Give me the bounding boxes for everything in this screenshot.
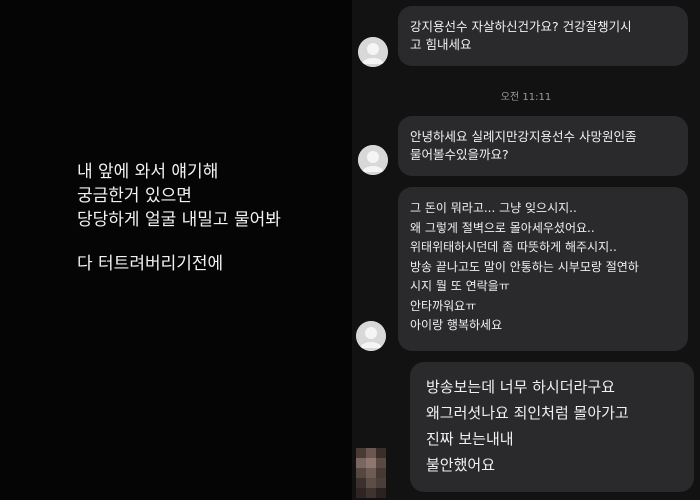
caption-line: 다 터트려버리기전에 xyxy=(77,254,224,274)
default-avatar-icon[interactable] xyxy=(356,321,386,351)
message-line: 강지용선수 자살하신건가요? 건강잘챙기시 xyxy=(410,19,632,34)
default-avatar-icon[interactable] xyxy=(358,145,388,175)
caption-line: 당당하게 얼굴 내밀고 물어봐 xyxy=(77,210,281,230)
caption-text: 내 앞에 와서 얘기해 궁금한거 있으면 당당하게 얼굴 내밀고 물어봐 다 터… xyxy=(77,160,281,276)
message-line: 물어볼수있을까요? xyxy=(410,147,509,162)
message-line: 고 힘내세요 xyxy=(410,37,472,52)
message-bubble[interactable]: 강지용선수 자살하신건가요? 건강잘챙기시 고 힘내세요 xyxy=(398,6,688,66)
message-line: 왜 그렇게 절벽으로 몰아세우셨어요.. xyxy=(410,220,595,235)
chat-panel: 강지용선수 자살하신건가요? 건강잘챙기시 고 힘내세요 오전 11:11 안녕… xyxy=(352,0,700,500)
message-line: 방송보는데 너무 하시더라구요 xyxy=(426,378,615,396)
message-line: 안타까워요ㅠ xyxy=(410,298,477,313)
message-line: 시지 뭘 또 연락을ㅠ xyxy=(410,279,510,293)
message-line: 아이랑 행복하세요 xyxy=(410,318,503,332)
default-avatar-icon[interactable] xyxy=(358,37,388,67)
caption-line: 궁금한거 있으면 xyxy=(77,186,192,206)
message-line: 그 돈이 뭐라고... 그냥 잊으시지.. xyxy=(410,201,577,215)
pixelated-avatar-icon[interactable] xyxy=(356,448,386,498)
message-bubble[interactable]: 안녕하세요 실례지만강지용선수 사망원인좀 물어볼수있을까요? xyxy=(398,116,688,176)
message-line: 불안했어요 xyxy=(426,456,496,474)
message-line: 위태위태하시던데 좀 따뜻하게 해주시지.. xyxy=(410,240,617,254)
message-line: 안녕하세요 실례지만강지용선수 사망원인좀 xyxy=(410,129,637,144)
message-line: 왜그러셧나요 죄인처럼 몰아가고 xyxy=(426,404,629,422)
message-line: 진짜 보는내내 xyxy=(426,430,514,448)
message-bubble[interactable]: 방송보는데 너무 하시더라구요 왜그러셧나요 죄인처럼 몰아가고 진짜 보는내내… xyxy=(410,362,694,492)
message-line: 방송 끝나고도 말이 안통하는 시부모랑 절연하 xyxy=(410,259,639,274)
message-bubble[interactable]: 그 돈이 뭐라고... 그냥 잊으시지.. 왜 그렇게 절벽으로 몰아세우셨어요… xyxy=(398,187,688,351)
message-timestamp: 오전 11:11 xyxy=(500,92,552,103)
caption-panel: 내 앞에 와서 얘기해 궁금한거 있으면 당당하게 얼굴 내밀고 물어봐 다 터… xyxy=(0,0,352,500)
caption-line: 내 앞에 와서 얘기해 xyxy=(77,162,219,182)
